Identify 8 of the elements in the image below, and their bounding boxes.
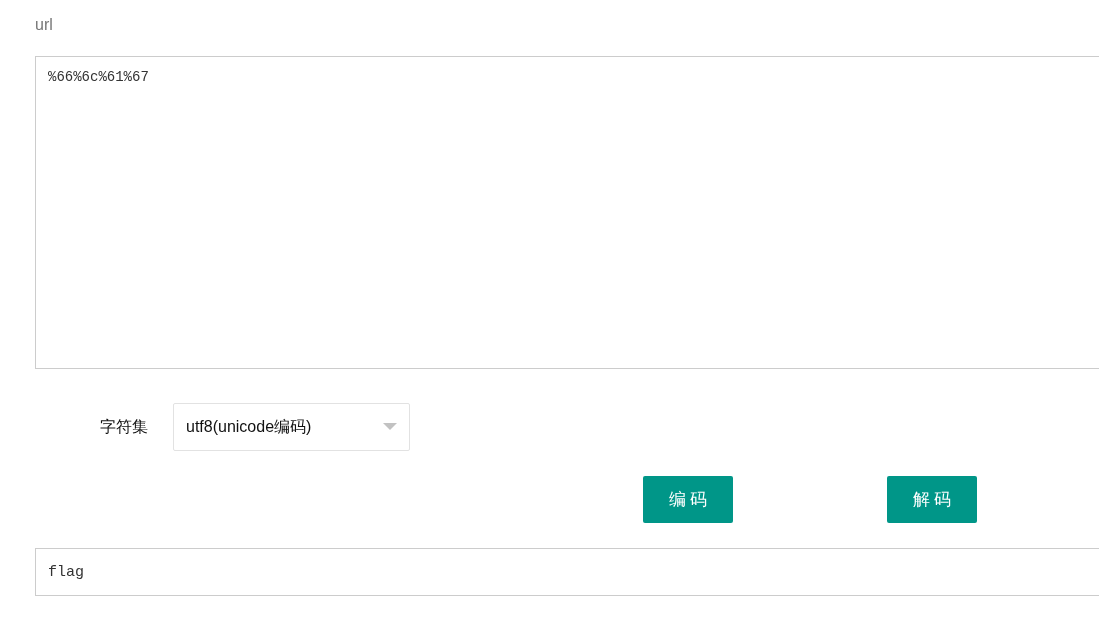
output-field[interactable]: flag	[35, 548, 1099, 596]
field-label: url	[35, 15, 53, 35]
charset-select[interactable]: utf8(unicode编码)	[173, 403, 410, 451]
caret-icon	[383, 423, 397, 431]
input-area[interactable]: %66%6c%61%67	[35, 56, 1099, 369]
charset-label: 字符集	[100, 417, 149, 437]
decode-button[interactable]: 解 码	[887, 476, 977, 523]
encode-button[interactable]: 编 码	[643, 476, 733, 523]
